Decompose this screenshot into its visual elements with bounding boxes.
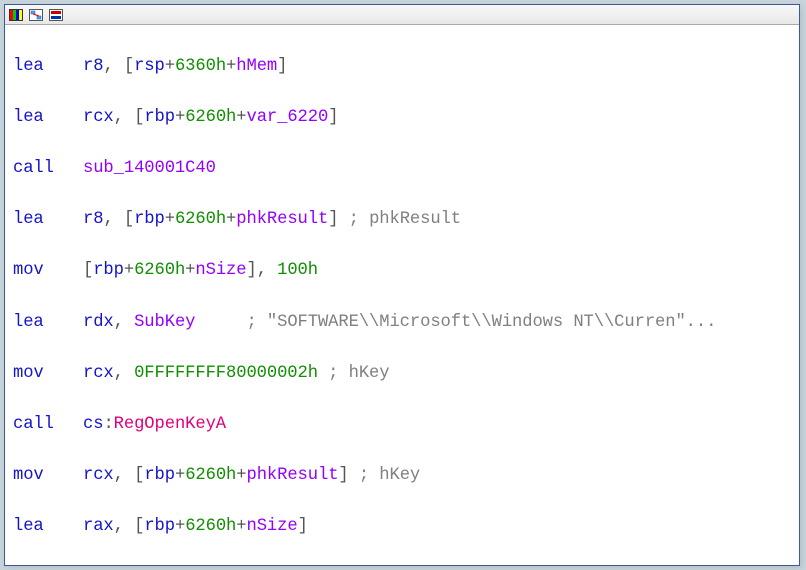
toolbar	[5, 5, 799, 25]
disassembly-window: lear8, [rsp+6360h+hMem] learcx, [rbp+626…	[4, 4, 800, 566]
disassembly-listing[interactable]: lear8, [rsp+6360h+hMem] learcx, [rbp+626…	[5, 25, 799, 565]
graph-icon[interactable]	[27, 7, 45, 23]
asm-line: learcx, [rbp+6260h+var_6220]	[13, 105, 793, 131]
asm-line: mov[rbp+6260h+nSize], 100h	[13, 258, 793, 284]
color-palette-icon[interactable]	[7, 7, 25, 23]
asm-line: movrcx, 0FFFFFFFF80000002h ; hKey	[13, 361, 793, 387]
asm-line: lear8, [rsp+6360h+hMem]	[13, 54, 793, 80]
flag-icon[interactable]	[47, 7, 65, 23]
asm-line: movrcx, [rbp+6260h+phkResult] ; hKey	[13, 463, 793, 489]
asm-line: leardx, SubKey ; "SOFTWARE\\Microsoft\\W…	[13, 310, 793, 336]
asm-line: learax, [rbp+6260h+nSize]	[13, 514, 793, 540]
asm-line: lear8, [rbp+6260h+phkResult] ; phkResult	[13, 207, 793, 233]
asm-line: callsub_140001C40	[13, 156, 793, 182]
asm-line: callcs:RegOpenKeyA	[13, 412, 793, 438]
